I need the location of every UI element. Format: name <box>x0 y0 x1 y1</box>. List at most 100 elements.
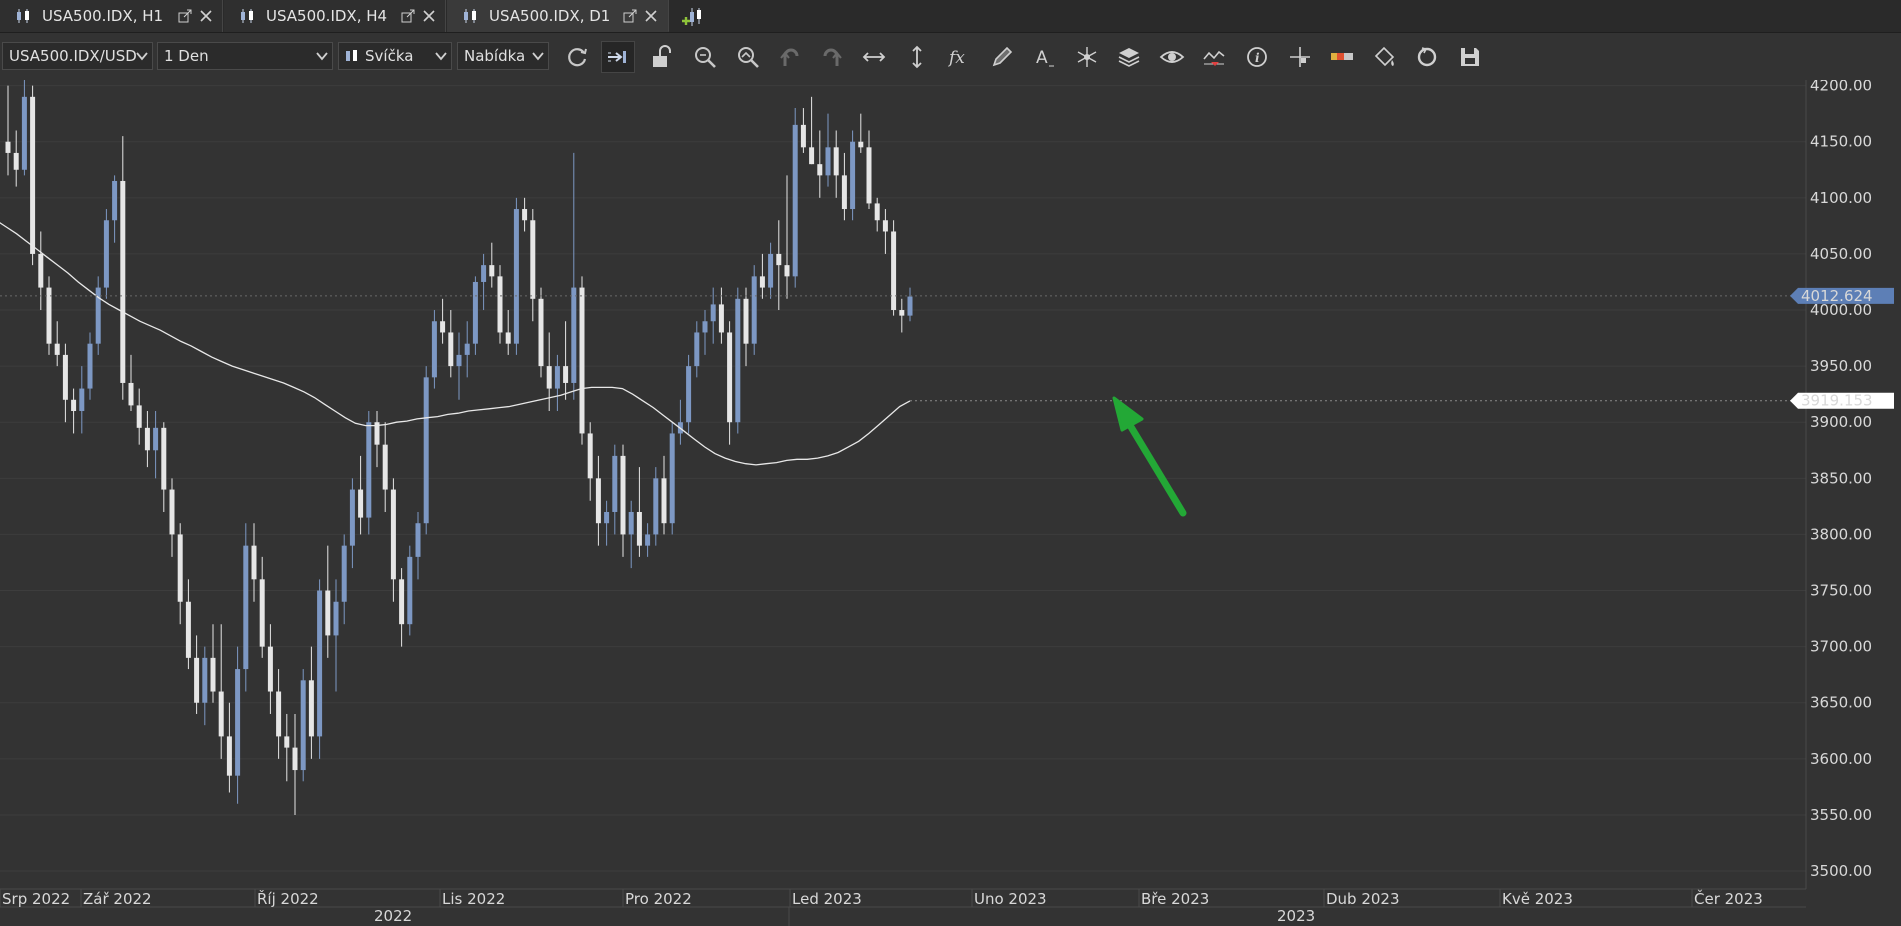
candle <box>669 422 675 535</box>
save-button[interactable] <box>1453 41 1487 73</box>
candle-body <box>456 354 462 367</box>
candle <box>103 209 109 299</box>
redo-button[interactable] <box>815 41 849 73</box>
candle-body <box>382 444 388 490</box>
sync-button[interactable] <box>1410 41 1444 73</box>
candle <box>440 298 446 344</box>
text-tool-button[interactable]: A <box>1027 41 1061 73</box>
period-select[interactable]: 1 Den <box>157 42 333 70</box>
price-chart[interactable]: 4200.004150.004100.004050.004000.003950.… <box>0 80 1901 926</box>
candle <box>686 354 692 434</box>
candle-body <box>595 478 601 524</box>
candles-layer <box>5 80 913 815</box>
measure-button[interactable] <box>1325 41 1359 73</box>
price-side-select[interactable]: Nabídka <box>457 42 549 70</box>
close-icon[interactable] <box>422 9 436 23</box>
candle-body <box>743 298 749 344</box>
visibility-button[interactable] <box>1155 41 1189 73</box>
lock-button[interactable] <box>644 41 678 73</box>
tab-label: USA500.IDX, D1 <box>489 6 611 25</box>
candle <box>677 399 683 445</box>
candle <box>153 411 159 479</box>
detach-icon[interactable] <box>401 9 415 23</box>
candle-body <box>694 332 700 367</box>
tab-usa500-h1[interactable]: USA500.IDX, H1 <box>0 0 223 32</box>
candle-body <box>735 298 741 423</box>
zoom-in-button[interactable] <box>688 41 722 73</box>
instrument-select[interactable]: USA500.IDX/USD <box>2 42 153 70</box>
candle <box>505 310 511 355</box>
candle-body <box>850 141 856 210</box>
candle-body <box>276 691 282 737</box>
undo-button[interactable] <box>773 41 807 73</box>
candle-body <box>226 736 232 776</box>
candle-body <box>505 332 511 344</box>
candle-body <box>645 534 651 546</box>
tab-usa500-h4[interactable]: USA500.IDX, H4 <box>224 0 446 32</box>
layers-button[interactable] <box>1112 41 1146 73</box>
candle-body <box>87 343 93 389</box>
ruler-icon <box>1331 53 1353 60</box>
zoom-out-button[interactable] <box>731 41 765 73</box>
candle-body <box>792 124 798 277</box>
price-tick-label: 3550.00 <box>1810 806 1872 824</box>
signals-button[interactable] <box>1197 41 1231 73</box>
detach-icon[interactable] <box>178 9 192 23</box>
candle-body <box>185 601 191 658</box>
ma-price-label: 3919.153 <box>1790 392 1894 410</box>
objects-button[interactable] <box>1070 41 1104 73</box>
close-icon[interactable] <box>644 9 658 23</box>
month-label: Říj 2022 <box>257 889 319 908</box>
candle-body <box>620 455 626 535</box>
candle <box>218 624 224 759</box>
price-tick-label: 3600.00 <box>1810 750 1872 768</box>
shift-chart-button[interactable] <box>601 41 635 73</box>
candle <box>128 354 134 412</box>
candle <box>210 624 216 703</box>
close-icon[interactable] <box>199 9 213 23</box>
crosshair-button[interactable] <box>1283 41 1317 73</box>
chart-type-select[interactable]: Svíčka <box>338 42 452 70</box>
theme-button[interactable] <box>1368 41 1402 73</box>
chart-type-value: Svíčka <box>365 47 414 65</box>
candle-body <box>538 298 544 367</box>
candlestick-icon <box>17 9 29 23</box>
candle <box>226 702 232 793</box>
lock-icon <box>653 45 671 67</box>
candle <box>374 411 380 468</box>
indicators-button[interactable]: fx <box>943 41 977 73</box>
tab-usa500-d1[interactable]: USA500.IDX, D1 <box>447 0 669 32</box>
candle-body <box>161 427 167 490</box>
candle <box>30 85 36 266</box>
candle-body <box>407 556 413 625</box>
info-button[interactable]: i <box>1240 41 1274 73</box>
candle <box>235 646 241 804</box>
candle-body <box>284 736 290 748</box>
candle <box>177 523 183 625</box>
detach-icon[interactable] <box>623 9 637 23</box>
candle <box>833 130 839 198</box>
draw-button[interactable] <box>985 41 1019 73</box>
vertical-scale-button[interactable] <box>900 41 934 73</box>
month-label: Lis 2022 <box>442 890 505 908</box>
eye-icon <box>1159 51 1185 63</box>
pencil-icon <box>992 46 1013 67</box>
candle-body <box>177 534 183 602</box>
add-chart-tab-icon[interactable] <box>680 6 704 28</box>
candle-body <box>669 433 675 524</box>
candle <box>800 108 806 153</box>
moving-average-line <box>0 222 911 466</box>
candle <box>850 130 856 221</box>
candle <box>333 579 339 692</box>
candle <box>899 298 905 333</box>
candle <box>202 646 208 726</box>
candle <box>628 500 634 569</box>
candle-body <box>431 321 437 378</box>
candle-body <box>768 253 774 288</box>
candle-body <box>38 253 44 288</box>
shift-chart-icon <box>608 51 626 63</box>
refresh-button[interactable] <box>560 41 594 73</box>
price-axis[interactable]: 4200.004150.004100.004050.004000.003950.… <box>1805 80 1872 889</box>
time-axis[interactable]: Srp 2022 Zář 2022 Říj 2022 Lis 2022 Pro 2022… <box>0 888 1901 926</box>
horizontal-scale-button[interactable] <box>857 41 891 73</box>
